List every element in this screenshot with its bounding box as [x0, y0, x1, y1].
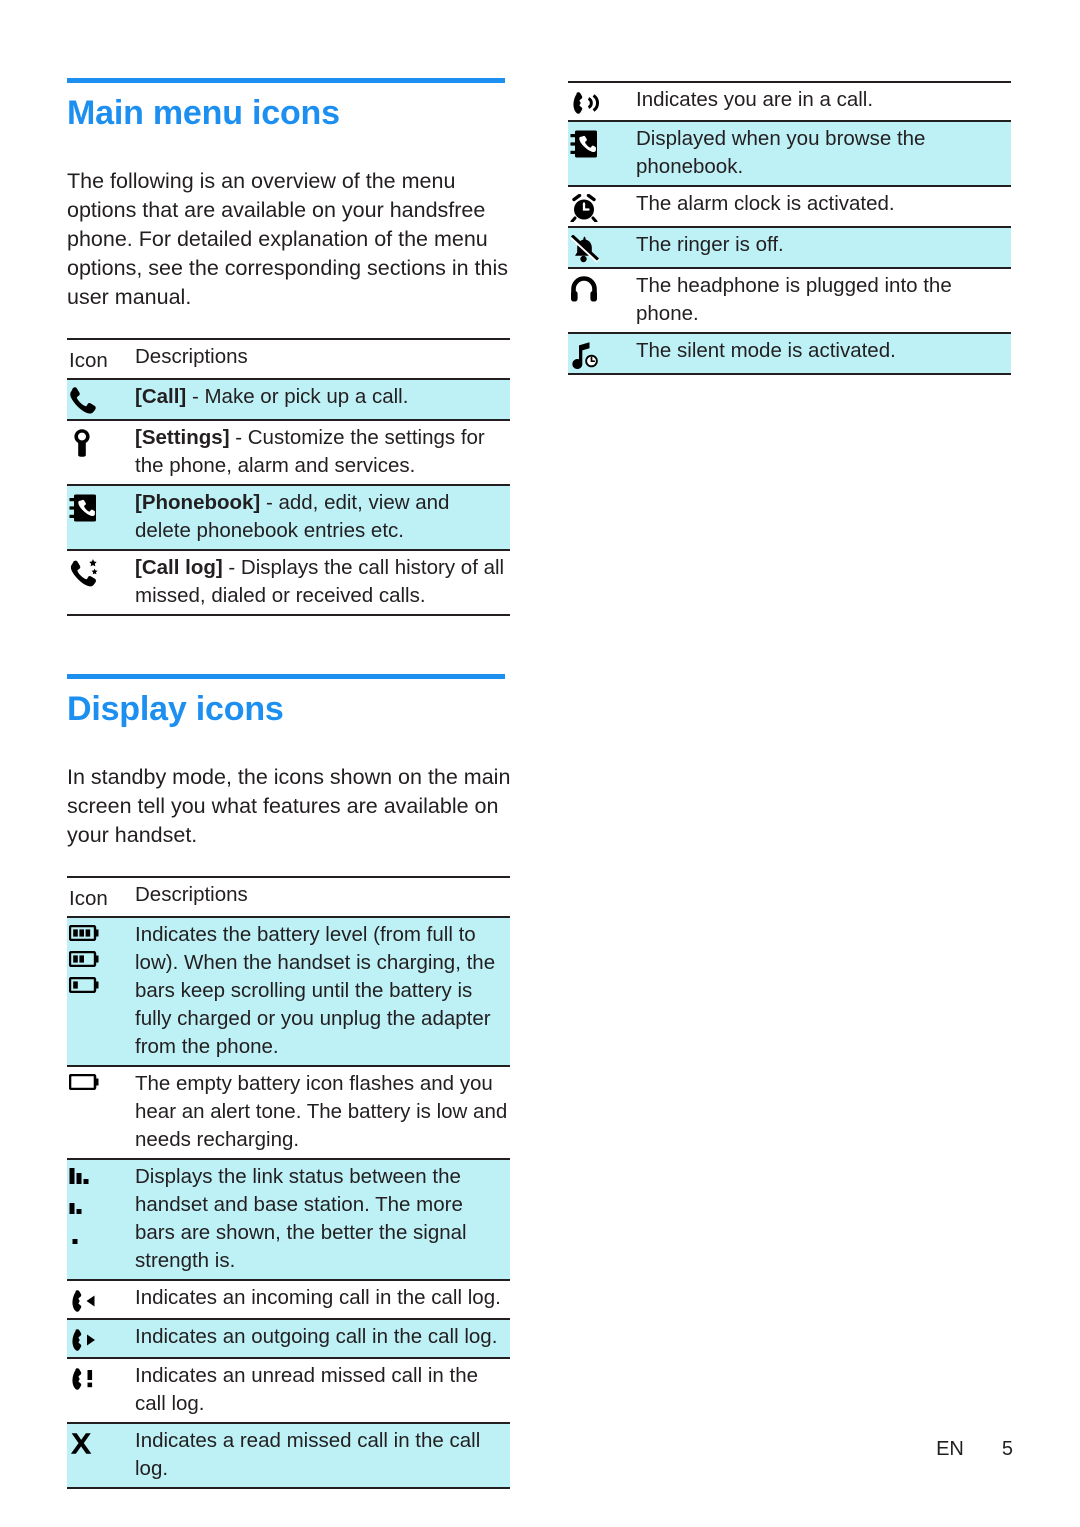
battery-full-icon	[69, 925, 99, 941]
status-icons-table: Indicates you are in a call. Displayed w…	[568, 81, 1011, 375]
intro-paragraph-main-menu: The following is an overview of the menu…	[67, 169, 509, 309]
row-label: [Phonebook]	[135, 491, 261, 514]
headphone-icon	[568, 267, 636, 333]
table-row: Indicates an incoming call in the call l…	[67, 1279, 510, 1319]
table-row: [Call] - Make or pick up a call.	[67, 379, 510, 420]
footer-page-number: 5	[1001, 1438, 1013, 1460]
table-row: The silent mode is activated.	[568, 332, 1011, 374]
left-column: Main menu icons The following is an over…	[67, 78, 514, 1489]
table-header-row: Icon Descriptions	[67, 339, 510, 380]
table-cell-description: Indicates you are in a call.	[636, 88, 874, 111]
table-row: Indicates an outgoing call in the call l…	[67, 1318, 510, 1358]
table-row: The ringer is off.	[568, 226, 1011, 268]
signal-icon-stack	[69, 1167, 135, 1245]
header-description-cell: Descriptions	[135, 339, 510, 380]
table-row: Indicates you are in a call.	[568, 82, 1011, 121]
battery-level-icons	[67, 917, 135, 1066]
table-row: The headphone is plugged into the phone.	[568, 267, 1011, 333]
footer-language: EN	[936, 1438, 964, 1460]
main-menu-icons-table: Icon Descriptions [Call] - Make or pick …	[67, 338, 510, 616]
signal-medium-icon	[69, 1203, 82, 1214]
page-title-main-menu: Main menu icons	[67, 94, 340, 132]
call-log-icon	[67, 549, 135, 615]
unread-missed-call-icon	[67, 1357, 135, 1423]
table-cell-description: Displayed when you browse the phonebook.	[636, 120, 1011, 186]
phone-handset-icon	[67, 379, 135, 420]
table-row: Indicates an unread missed call in the c…	[67, 1357, 510, 1423]
table-cell-description: The ringer is off.	[636, 226, 1011, 268]
signal-strong-icon	[69, 1168, 89, 1184]
table-row: [Settings] - Customize the settings for …	[67, 419, 510, 485]
battery-medium-icon	[69, 951, 99, 967]
intro-paragraph-display-icons: In standby mode, the icons shown on the …	[67, 765, 511, 847]
outgoing-call-icon	[67, 1318, 135, 1358]
row-label: [Settings]	[135, 426, 230, 449]
table-cell-description: Indicates an incoming call in the call l…	[135, 1279, 510, 1319]
row-text: - Make or pick up a call.	[186, 385, 409, 408]
table-cell-description: Indicates an outgoing call in the call l…	[135, 1318, 510, 1358]
in-call-icon	[568, 82, 636, 121]
row-label: [Call log]	[135, 556, 223, 579]
table-row: Displays the link status between the han…	[67, 1158, 510, 1280]
table-cell-description: Displays the link status between the han…	[135, 1158, 510, 1280]
table-cell-description: [Call] - Make or pick up a call.	[135, 379, 510, 420]
table-row: The alarm clock is activated.	[568, 185, 1011, 227]
table-row: [Call log] - Displays the call history o…	[67, 549, 510, 615]
table-cell-description: The headphone is plugged into the phone.	[636, 267, 1011, 333]
phonebook-icon	[67, 484, 135, 550]
display-icons-table: Icon Descriptions Indicates the battery …	[67, 876, 510, 1489]
incoming-call-icon	[67, 1279, 135, 1319]
header-icon-cell: Icon	[67, 877, 135, 918]
header-icon-cell: Icon	[67, 339, 135, 380]
table-cell-description: The silent mode is activated.	[636, 332, 1011, 374]
table-row: Displayed when you browse the phonebook.	[568, 120, 1011, 186]
table-row: [Phonebook] - add, edit, view and delete…	[67, 484, 510, 550]
table-cell-description: [Settings] - Customize the settings for …	[135, 419, 510, 485]
table-cell-description: The alarm clock is activated.	[636, 185, 1011, 227]
table-row: The empty battery icon flashes and you h…	[67, 1065, 510, 1159]
table-cell-description: Indicates an unread missed call in the c…	[135, 1357, 510, 1423]
section-rule-display-icons	[67, 674, 505, 679]
ringer-off-icon	[568, 226, 636, 268]
wrench-icon	[67, 419, 135, 485]
right-column: Indicates you are in a call. Displayed w…	[568, 81, 1015, 375]
header-description-cell: Descriptions	[135, 877, 510, 918]
table-cell-description: Indicates the battery level (from full t…	[135, 917, 510, 1066]
silent-mode-icon	[568, 332, 636, 374]
table-header-row: Icon Descriptions	[67, 877, 510, 918]
battery-icon-stack	[69, 925, 135, 993]
page-title-display-icons: Display icons	[67, 690, 284, 728]
document-page: Main menu icons The following is an over…	[0, 0, 1080, 1527]
page-footer: EN 5	[0, 1438, 1013, 1461]
signal-weak-icon	[72, 1239, 78, 1244]
signal-strength-icons	[67, 1158, 135, 1280]
table-cell-description: The empty battery icon flashes and you h…	[135, 1065, 510, 1159]
section-rule-main-menu	[67, 78, 505, 83]
phonebook-browse-icon	[568, 120, 636, 186]
table-cell-description: [Call log] - Displays the call history o…	[135, 549, 510, 615]
battery-empty-icon	[67, 1065, 135, 1159]
alarm-clock-icon	[568, 185, 636, 227]
table-cell-description: [Phonebook] - add, edit, view and delete…	[135, 484, 510, 550]
battery-low-icon	[69, 977, 99, 993]
table-row: Indicates the battery level (from full t…	[67, 917, 510, 1066]
row-label: [Call]	[135, 385, 187, 408]
